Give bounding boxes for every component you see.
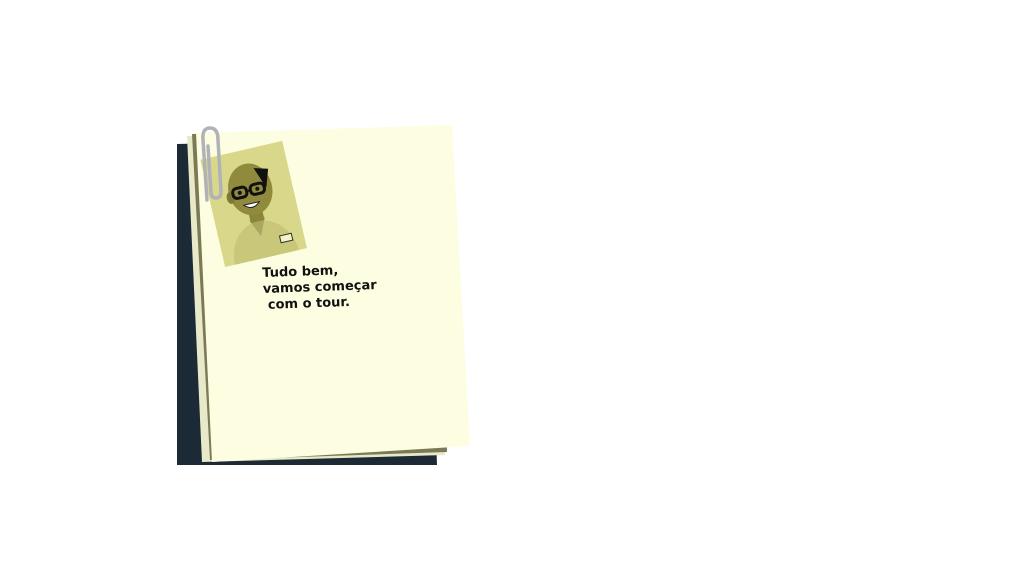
tour-intro-stage: Tudo bem, vamos começar com o tour. [0, 0, 1024, 576]
tour-intro-message: Tudo bem, vamos começar com o tour. [262, 261, 404, 314]
notepad-illustration [177, 125, 470, 465]
